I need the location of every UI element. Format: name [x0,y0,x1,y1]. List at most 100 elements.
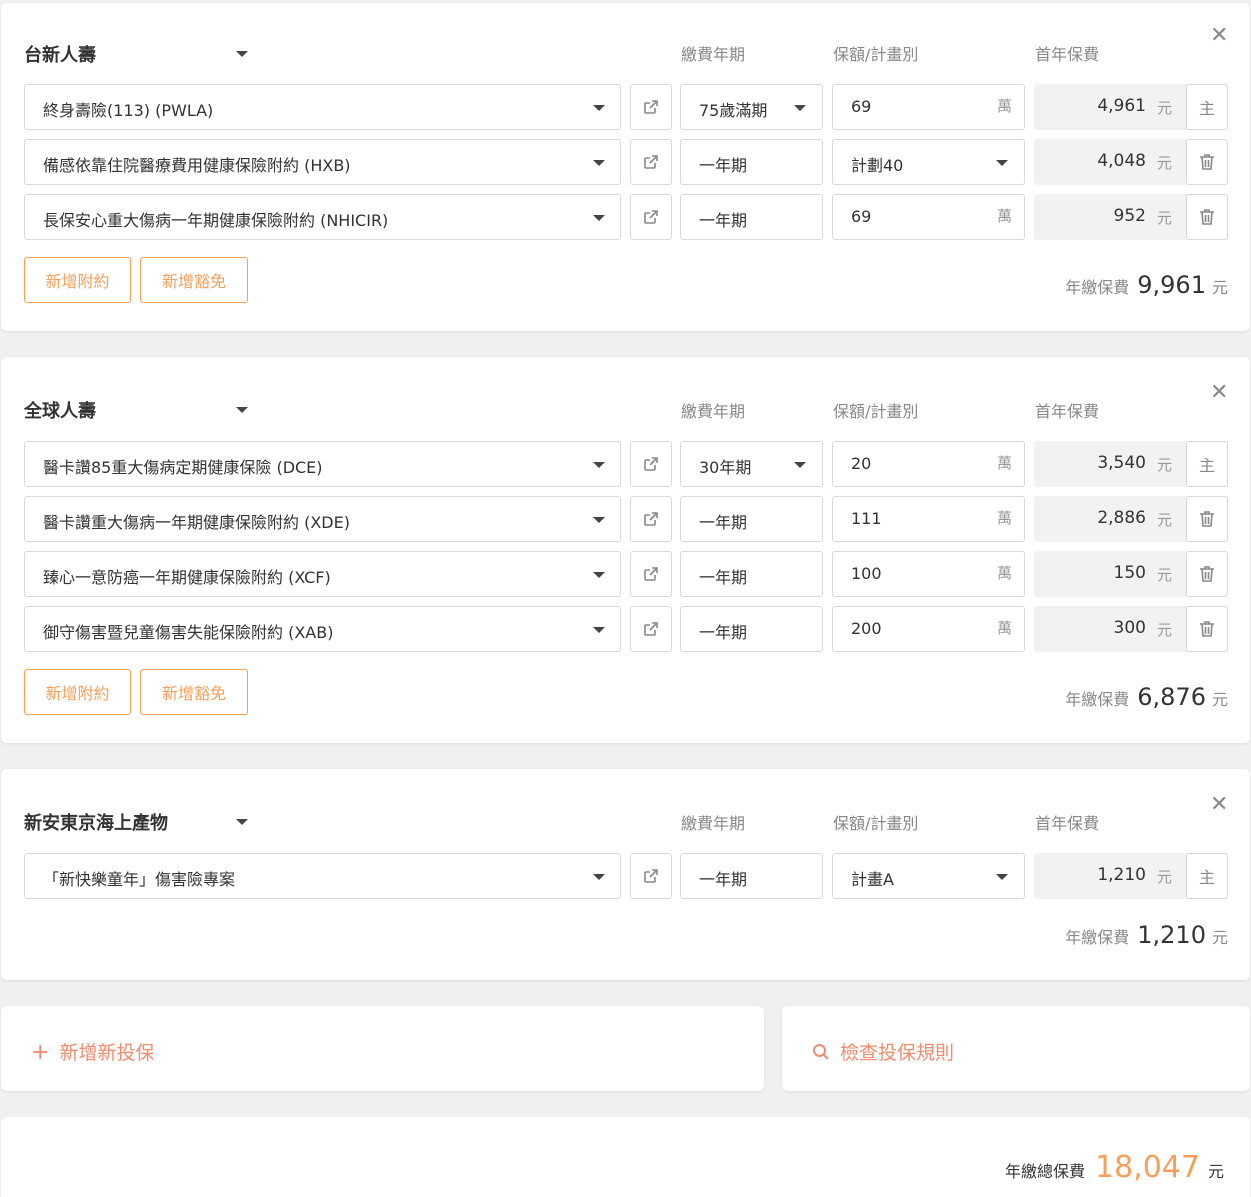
col-head-premium: 首年保費 [1035,814,1100,833]
col-head-amount: 保額/計畫別 [833,45,919,64]
open-external-button[interactable] [630,606,672,652]
amount-input[interactable]: 111 萬 [832,496,1025,542]
external-link-icon [644,869,658,883]
delete-button[interactable] [1186,551,1228,597]
annual-premium-label: 年繳保費 [1065,690,1130,709]
open-external-button[interactable] [630,441,672,487]
period-select[interactable]: 75歲滿期 [680,84,823,130]
period-value: 一年期 [699,623,748,642]
company-dropdown-icon[interactable] [236,819,248,825]
main-badge-button[interactable]: 主 [1186,441,1228,487]
external-link-icon [644,512,658,526]
open-external-button[interactable] [630,194,672,240]
delete-button[interactable] [1186,139,1228,185]
add-waiver-button[interactable]: 新增豁免 [140,669,248,715]
amount-input[interactable]: 200 萬 [832,606,1025,652]
premium-unit: 元 [1156,154,1172,172]
period-display: 一年期 [680,853,823,899]
period-display: 一年期 [680,496,823,542]
amount-unit: 萬 [996,564,1012,582]
premium-unit: 元 [1156,511,1172,529]
period-value: 一年期 [699,211,748,230]
open-external-button[interactable] [630,551,672,597]
amount-input[interactable]: 20 萬 [832,441,1025,487]
product-select[interactable]: 御守傷害暨兒童傷害失能保險附約 (XAB) [24,606,621,652]
add-waiver-button[interactable]: 新增豁免 [140,257,248,303]
amount-unit: 萬 [996,454,1012,472]
amount-input[interactable]: 69 萬 [832,194,1025,240]
period-value: 30年期 [699,458,752,477]
period-display: 一年期 [680,606,823,652]
premium-display: 4,961 元 [1034,84,1204,130]
product-select[interactable]: 臻心一意防癌一年期健康保險附約 (XCF) [24,551,621,597]
delete-button[interactable] [1186,606,1228,652]
chevron-down-icon [593,105,605,111]
premium-display: 4,048 元 [1034,139,1204,185]
main-badge-button[interactable]: 主 [1186,853,1228,899]
open-external-button[interactable] [630,139,672,185]
product-select[interactable]: 醫卡讚重大傷病一年期健康保險附約 (XDE) [24,496,621,542]
premium-display: 150 元 [1034,551,1204,597]
open-external-button[interactable] [630,84,672,130]
product-select[interactable]: 「新快樂童年」傷害險專案 [24,853,621,899]
period-display: 一年期 [680,551,823,597]
premium-unit: 元 [1156,868,1172,886]
product-select[interactable]: 長保安心重大傷病一年期健康保險附約 (NHICIR) [24,194,621,240]
company-dropdown-icon[interactable] [236,51,248,57]
period-value: 一年期 [699,568,748,587]
chevron-down-icon [593,517,605,523]
insurer-card-1: 台新人壽 繳費年期 保額/計畫別 首年保費 ✕ 終身壽險(113) (PWLA)… [1,3,1250,331]
company-name[interactable]: 台新人壽 [24,41,96,67]
company-dropdown-icon[interactable] [236,407,248,413]
check-rules-button[interactable]: 檢查投保規則 [782,1006,1250,1091]
add-rider-button[interactable]: 新增附約 [24,257,131,303]
add-new-policy-label: 新增新投保 [59,1042,155,1064]
product-select[interactable]: 備感依靠住院醫療費用健康保險附約 (HXB) [24,139,621,185]
trash-icon [1200,511,1214,527]
close-icon[interactable]: ✕ [1210,382,1228,404]
company-name[interactable]: 全球人壽 [24,397,96,423]
premium-unit: 元 [1156,209,1172,227]
delete-button[interactable] [1186,496,1228,542]
chevron-down-icon [593,572,605,578]
amount-input[interactable]: 100 萬 [832,551,1025,597]
delete-button[interactable] [1186,194,1228,240]
search-icon [813,1044,829,1060]
external-link-icon [644,457,658,471]
main-badge-button[interactable]: 主 [1186,84,1228,130]
col-head-premium: 首年保費 [1035,402,1100,421]
amount-unit: 萬 [996,97,1012,115]
annual-premium-label: 年繳保費 [1065,278,1130,297]
col-head-amount: 保額/計畫別 [833,814,919,833]
add-new-policy-button[interactable]: + 新增新投保 [1,1006,764,1091]
open-external-button[interactable] [630,496,672,542]
close-icon[interactable]: ✕ [1210,25,1228,47]
close-icon[interactable]: ✕ [1210,794,1228,816]
amount-unit: 萬 [996,619,1012,637]
amount-value: 200 [851,619,882,638]
period-select[interactable]: 30年期 [680,441,823,487]
annual-premium-unit: 元 [1211,690,1228,709]
chevron-down-icon [593,462,605,468]
premium-unit: 元 [1156,566,1172,584]
company-name[interactable]: 新安東京海上產物 [24,809,168,835]
annual-premium: 年繳保費 9,961 元 [1065,271,1228,299]
plan-select[interactable]: 計畫A [832,853,1025,899]
product-select[interactable]: 終身壽險(113) (PWLA) [24,84,621,130]
external-link-icon [644,210,658,224]
open-external-button[interactable] [630,853,672,899]
check-rules: 檢查投保規則 [812,1038,954,1065]
chevron-down-icon [593,874,605,880]
premium-display: 3,540 元 [1034,441,1204,487]
product-name: 醫卡讚重大傷病一年期健康保險附約 (XDE) [43,513,350,532]
product-select[interactable]: 醫卡讚85重大傷病定期健康保險 (DCE) [24,441,621,487]
premium-value: 300 [1113,618,1146,638]
amount-input[interactable]: 69 萬 [832,84,1025,130]
amount-value: 20 [851,454,872,473]
total-premium: 年繳總保費 18,047 元 [1005,1150,1224,1185]
premium-unit: 元 [1156,456,1172,474]
plan-select[interactable]: 計劃40 [832,139,1025,185]
add-rider-button[interactable]: 新增附約 [24,669,131,715]
premium-value: 952 [1113,206,1146,226]
premium-value: 3,540 [1097,453,1146,473]
